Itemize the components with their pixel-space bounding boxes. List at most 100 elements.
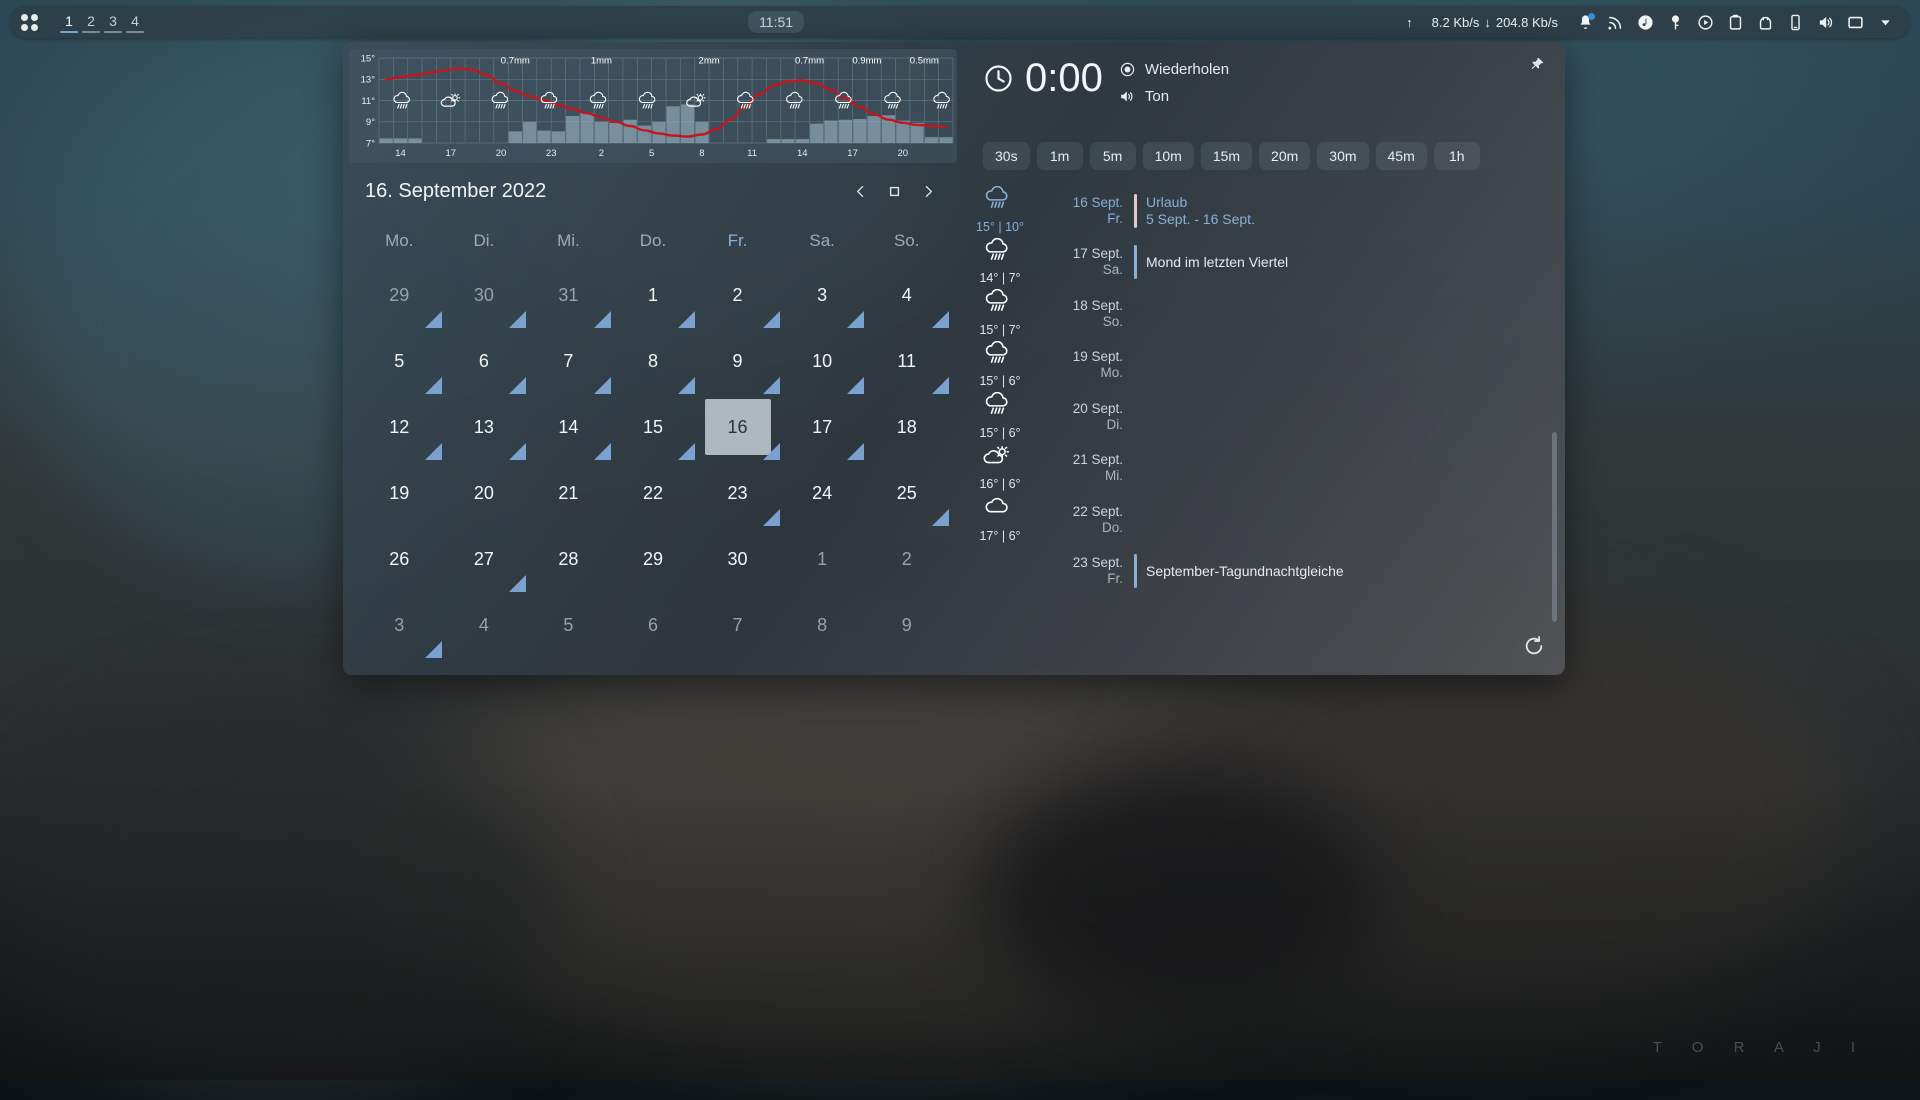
timer-preset-15m[interactable]: 15m	[1201, 142, 1252, 170]
calendar-day[interactable]: 30	[442, 262, 527, 328]
timer-preset-30s[interactable]: 30s	[983, 142, 1030, 170]
timer-preset-1m[interactable]: 1m	[1037, 142, 1083, 170]
calendar-day[interactable]: 23	[695, 460, 780, 526]
timer-display[interactable]: 0:00	[983, 58, 1103, 98]
calendar-day[interactable]: 2	[695, 262, 780, 328]
agenda-event-title: September-Tagundnachtgleiche	[1146, 563, 1344, 580]
calendar-day[interactable]: 13	[442, 394, 527, 460]
desktop-3[interactable]: 3	[102, 11, 124, 33]
calendar-day[interactable]: 8	[611, 328, 696, 394]
calendar-day[interactable]: 30	[695, 526, 780, 592]
agenda-row[interactable]: 15° | 6°20 Sept.Di.	[963, 391, 1565, 443]
calendar-day[interactable]: 1	[780, 526, 865, 592]
calendar-day[interactable]: 28	[526, 526, 611, 592]
calendar-next-button[interactable]	[911, 176, 945, 206]
agenda-row[interactable]: 14° | 7°17 Sept.Sa.Mond im letzten Viert…	[963, 237, 1565, 289]
timer-preset-1h[interactable]: 1h	[1434, 142, 1480, 170]
refresh-button[interactable]	[1523, 635, 1547, 659]
calendar-day[interactable]: 8	[780, 592, 865, 658]
calendar-day[interactable]: 11	[864, 328, 949, 394]
agenda-row[interactable]: 15° | 6°19 Sept.Mo.	[963, 340, 1565, 392]
timer-sound-toggle[interactable]: Ton	[1119, 88, 1229, 105]
timer-preset-10m[interactable]: 10m	[1143, 142, 1194, 170]
calendar-day[interactable]: 29	[611, 526, 696, 592]
timer-preset-5m[interactable]: 5m	[1090, 142, 1136, 170]
calendar-prev-button[interactable]	[843, 176, 877, 206]
agenda-row[interactable]: 15° | 10°16 Sept.Fr.Urlaub5 Sept. - 16 S…	[963, 185, 1565, 237]
calendar-today-button[interactable]	[877, 176, 911, 206]
desktop-1[interactable]: 1	[58, 11, 80, 33]
chevron-down-icon[interactable]	[1877, 14, 1894, 31]
calendar-day[interactable]: 25	[864, 460, 949, 526]
weather-agenda-list: 15° | 10°16 Sept.Fr.Urlaub5 Sept. - 16 S…	[963, 185, 1565, 667]
speaker-icon[interactable]	[1817, 14, 1834, 31]
timer-preset-30m[interactable]: 30m	[1317, 142, 1368, 170]
display-icon[interactable]	[1847, 14, 1864, 31]
usb-icon[interactable]	[1757, 14, 1774, 31]
calendar-day[interactable]: 9	[864, 592, 949, 658]
calendar-day[interactable]: 3	[357, 592, 442, 658]
calendar-day-number: 22	[643, 483, 663, 504]
agenda-row[interactable]: 15° | 7°18 Sept.So.	[963, 288, 1565, 340]
calendar-day[interactable]: 27	[442, 526, 527, 592]
agenda-row[interactable]: 16° | 6°21 Sept.Mi.	[963, 443, 1565, 495]
calendar-day[interactable]: 2	[864, 526, 949, 592]
calendar-day[interactable]: 1	[611, 262, 696, 328]
svg-text:9°: 9°	[366, 117, 375, 128]
svg-text:13°: 13°	[361, 75, 376, 86]
calendar-day[interactable]: 7	[695, 592, 780, 658]
bell-icon[interactable]	[1577, 14, 1594, 31]
calendar-day[interactable]: 31	[526, 262, 611, 328]
agenda-event[interactable]: Mond im letzten Viertel	[1134, 245, 1288, 279]
calendar-day[interactable]: 20	[442, 460, 527, 526]
calendar-day[interactable]: 14	[526, 394, 611, 460]
timer-repeat-toggle[interactable]: Wiederholen	[1119, 61, 1229, 78]
desktop-2[interactable]: 2	[80, 11, 102, 33]
calendar-day-today[interactable]: 16	[695, 394, 780, 460]
key-icon[interactable]	[1667, 14, 1684, 31]
agenda-row[interactable]: 17° | 6°22 Sept.Do.	[963, 494, 1565, 546]
desktop-4[interactable]: 4	[124, 11, 146, 33]
calendar-day[interactable]: 9	[695, 328, 780, 394]
clock-widget[interactable]: 11:51	[748, 11, 804, 33]
timer-preset-20m[interactable]: 20m	[1259, 142, 1310, 170]
timer-preset-45m[interactable]: 45m	[1376, 142, 1427, 170]
calendar-day[interactable]: 26	[357, 526, 442, 592]
play-circle-icon[interactable]	[1697, 14, 1714, 31]
calendar-day[interactable]: 17	[780, 394, 865, 460]
calendar-day[interactable]: 24	[780, 460, 865, 526]
clipboard-icon[interactable]	[1727, 14, 1744, 31]
calendar-day[interactable]: 22	[611, 460, 696, 526]
music-note-icon[interactable]	[1637, 14, 1654, 31]
calendar-day[interactable]: 18	[864, 394, 949, 460]
agenda-event[interactable]: Urlaub5 Sept. - 16 Sept.	[1134, 194, 1255, 228]
calendar-day[interactable]: 15	[611, 394, 696, 460]
agenda-scrollbar[interactable]	[1552, 432, 1557, 622]
top-panel-center: 11:51	[146, 11, 1406, 33]
agenda-event[interactable]: September-Tagundnachtgleiche	[1134, 554, 1344, 588]
pin-button[interactable]	[1529, 56, 1551, 78]
calendar-day[interactable]: 3	[780, 262, 865, 328]
calendar-day[interactable]: 12	[357, 394, 442, 460]
speaker-icon	[1119, 88, 1136, 105]
svg-text:15°: 15°	[361, 53, 376, 64]
calendar-day[interactable]: 21	[526, 460, 611, 526]
calendar-day[interactable]: 29	[357, 262, 442, 328]
calendar-day[interactable]: 6	[611, 592, 696, 658]
calendar-day[interactable]: 10	[780, 328, 865, 394]
calendar-day[interactable]: 7	[526, 328, 611, 394]
phone-icon[interactable]	[1787, 14, 1804, 31]
event-marker-triangle	[509, 377, 526, 394]
rss-icon[interactable]	[1607, 14, 1624, 31]
calendar-day[interactable]: 6	[442, 328, 527, 394]
calendar-day[interactable]: 4	[864, 262, 949, 328]
network-speed-widget[interactable]: ↑ 8.2 Kb/s ↓ 204.8 Kb/s	[1406, 15, 1558, 30]
timer-presets: 30s1m5m10m15m20m30m 45m1h	[983, 142, 1480, 170]
calendar-day[interactable]: 5	[526, 592, 611, 658]
calendar-day[interactable]: 19	[357, 460, 442, 526]
agenda-row[interactable]: 23 Sept.Fr.September-Tagundnachtgleiche	[963, 546, 1565, 598]
calendar-day[interactable]: 4	[442, 592, 527, 658]
svg-text:0.7mm: 0.7mm	[501, 56, 530, 67]
calendar-day[interactable]: 5	[357, 328, 442, 394]
app-launcher-button[interactable]	[10, 6, 48, 38]
